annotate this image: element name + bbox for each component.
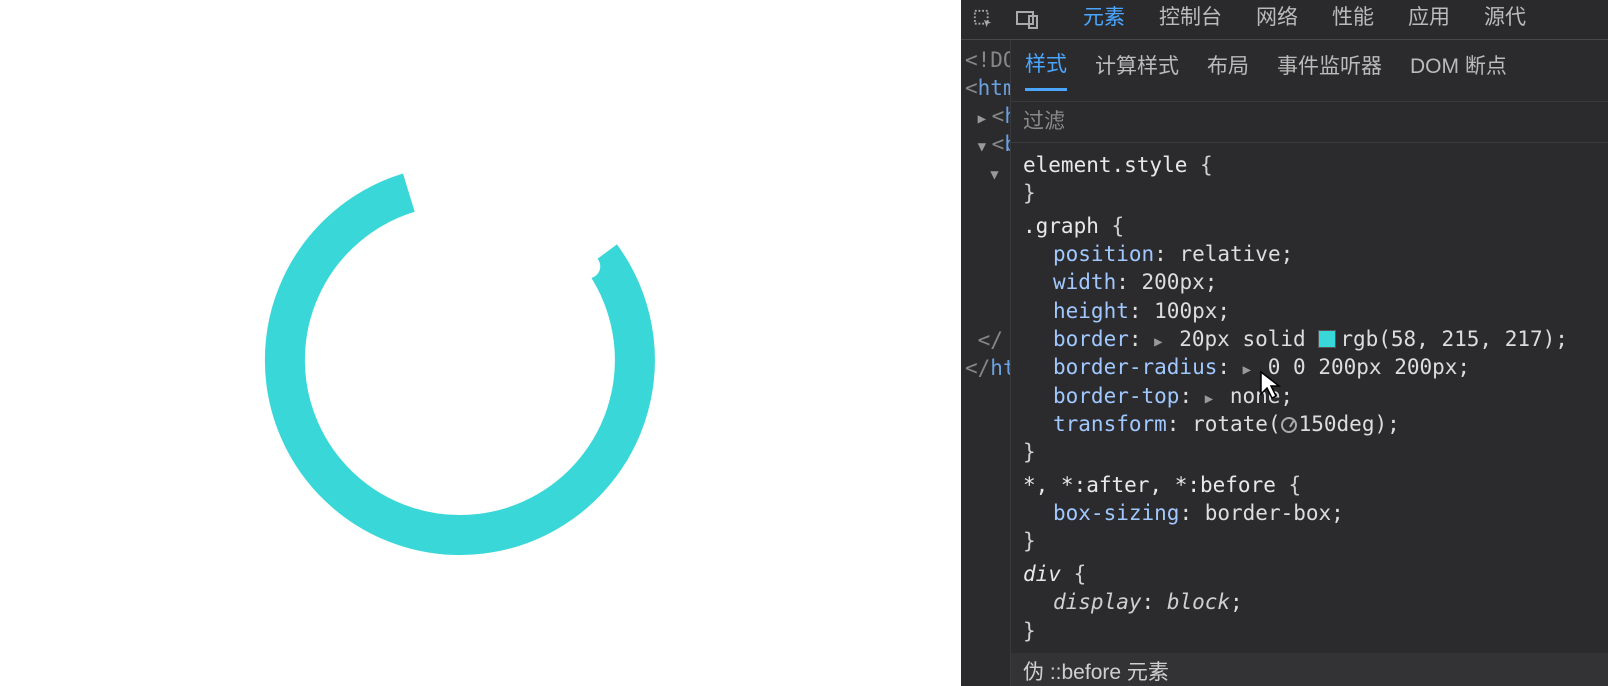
devtools-main-tabs: 元素 控制台 网络 性能 应用 源代	[1081, 0, 1528, 44]
elements-tree-line[interactable]: <!DO	[961, 46, 1010, 74]
styles-subtabs: 样式 计算样式 布局 事件监听器 DOM 断点	[1011, 40, 1608, 102]
styles-filter	[1011, 102, 1608, 143]
devtools-panel: 元素 控制台 网络 性能 应用 源代 <!DO<htm ▶<h ▼<b ▼ </…	[961, 0, 1608, 686]
css-rule[interactable]: div {display: block;}	[1011, 558, 1608, 647]
device-toolbar-icon[interactable]	[1013, 5, 1043, 35]
elements-tree-line[interactable]: <htm	[961, 74, 1010, 102]
css-rule-close: }	[1023, 179, 1596, 207]
css-selector[interactable]: .graph {	[1023, 212, 1596, 240]
render-preview	[0, 0, 961, 686]
tab-application[interactable]: 应用	[1406, 0, 1452, 44]
elements-tree-line[interactable]: </	[961, 326, 1010, 354]
elements-tree-line[interactable]: ▼	[961, 158, 1010, 186]
css-declaration[interactable]: transform: rotate(150deg);	[1053, 410, 1596, 438]
css-declaration[interactable]: border-top: ▶ none;	[1053, 382, 1596, 410]
css-selector[interactable]: element.style {	[1023, 151, 1596, 179]
devtools-toolbar: 元素 控制台 网络 性能 应用 源代	[961, 0, 1608, 40]
elements-tree-line[interactable]	[961, 270, 1010, 298]
tab-performance[interactable]: 性能	[1330, 0, 1376, 44]
css-rule[interactable]: .graph {position: relative;width: 200px;…	[1011, 210, 1608, 469]
tab-network[interactable]: 网络	[1254, 0, 1300, 44]
css-rule[interactable]: *, *:after, *:before {box-sizing: border…	[1011, 469, 1608, 558]
elements-tree-line[interactable]: ▶<h	[961, 102, 1010, 130]
pseudo-before-section[interactable]: 伪 ::before 元素	[1011, 653, 1608, 686]
styles-rules[interactable]: element.style {}.graph {position: relati…	[1011, 143, 1608, 686]
css-rule-close: }	[1023, 527, 1596, 555]
css-selector[interactable]: *, *:after, *:before {	[1023, 471, 1596, 499]
inspect-icon[interactable]	[969, 5, 999, 35]
subtab-styles[interactable]: 样式	[1025, 48, 1067, 91]
css-selector[interactable]: div {	[1023, 560, 1596, 588]
graph-arc	[230, 130, 690, 590]
css-declaration[interactable]: border: ▶ 20px solid rgb(58, 215, 217);	[1053, 325, 1596, 353]
elements-tree-line[interactable]	[961, 214, 1010, 242]
css-declaration[interactable]: box-sizing: border-box;	[1053, 499, 1596, 527]
subtab-dom-breakpoints[interactable]: DOM 断点	[1410, 50, 1507, 90]
styles-panel: 样式 计算样式 布局 事件监听器 DOM 断点 element.style {}…	[1011, 40, 1608, 686]
elements-tree-line[interactable]: ▼<b	[961, 130, 1010, 158]
css-declaration[interactable]: display: block;	[1053, 588, 1596, 616]
css-declaration[interactable]: height: 100px;	[1053, 297, 1596, 325]
elements-tree-line[interactable]	[961, 298, 1010, 326]
subtab-event-listeners[interactable]: 事件监听器	[1277, 50, 1382, 90]
subtab-layout[interactable]: 布局	[1207, 50, 1249, 90]
tab-console[interactable]: 控制台	[1157, 0, 1224, 44]
tab-sources[interactable]: 源代	[1482, 0, 1528, 44]
css-rule-close: }	[1023, 438, 1596, 466]
css-declaration[interactable]: border-radius: ▶ 0 0 200px 200px;	[1053, 353, 1596, 381]
css-rule-close: }	[1023, 617, 1596, 645]
css-declaration[interactable]: width: 200px;	[1053, 268, 1596, 296]
styles-filter-input[interactable]	[1011, 102, 1608, 142]
elements-tree-line[interactable]: </ht	[961, 354, 1010, 382]
elements-tree-line[interactable]	[961, 242, 1010, 270]
tab-elements[interactable]: 元素	[1081, 0, 1127, 44]
elements-tree[interactable]: <!DO<htm ▶<h ▼<b ▼ </</ht	[961, 40, 1011, 686]
elements-tree-line[interactable]	[961, 186, 1010, 214]
css-rule[interactable]: element.style {}	[1011, 149, 1608, 210]
css-declaration[interactable]: position: relative;	[1053, 240, 1596, 268]
subtab-computed[interactable]: 计算样式	[1095, 50, 1179, 90]
